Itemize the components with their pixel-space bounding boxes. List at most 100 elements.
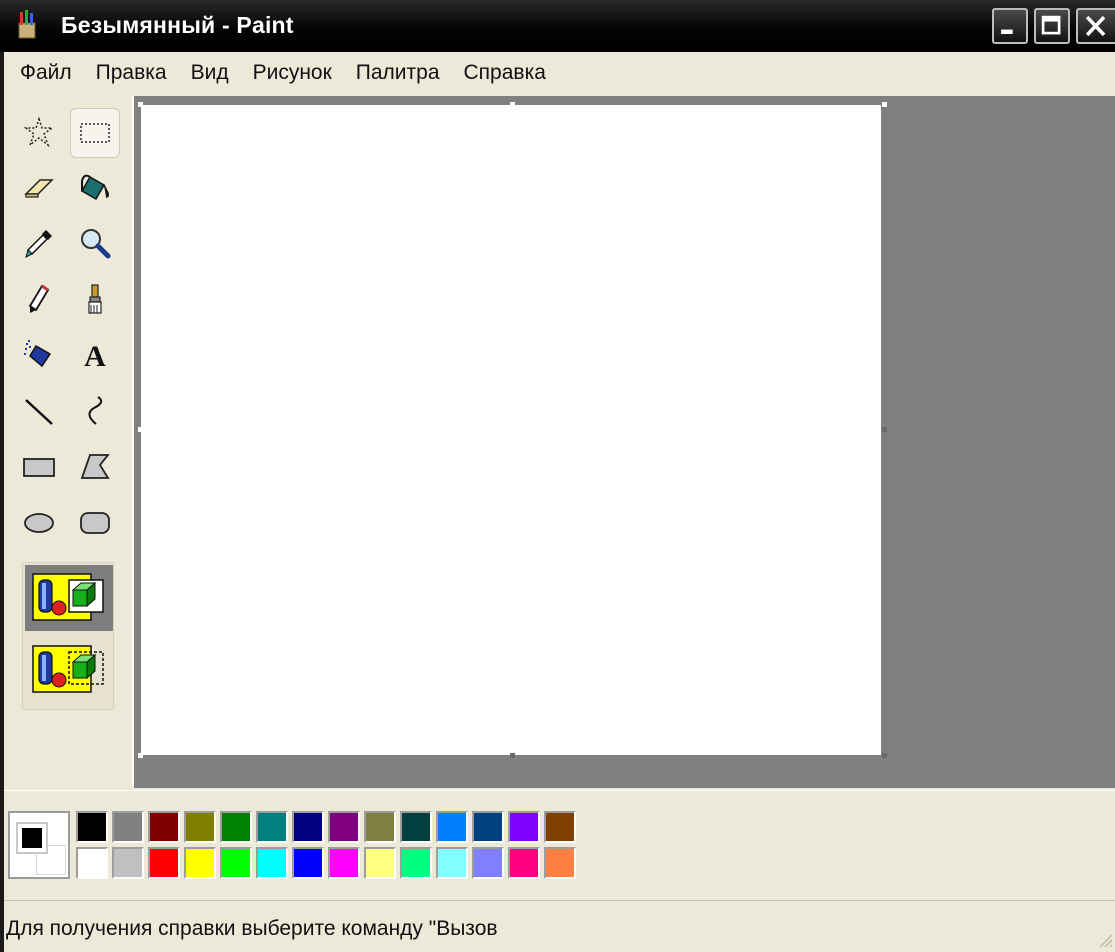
opaque-background-option-icon bbox=[32, 573, 104, 621]
menu-file[interactable]: Файл bbox=[16, 56, 84, 90]
ellipse-tool[interactable] bbox=[14, 498, 64, 548]
menu-edit[interactable]: Правка bbox=[84, 56, 179, 90]
maximize-icon bbox=[1041, 15, 1061, 35]
foreground-color-fill bbox=[22, 828, 42, 848]
resize-handle-top bbox=[510, 102, 515, 107]
palette-color-swatch[interactable] bbox=[328, 847, 360, 879]
status-bar: Для получения справки выберите команду "… bbox=[4, 900, 1115, 952]
transparent-background-option-icon bbox=[32, 645, 104, 693]
resize-handle-right[interactable] bbox=[882, 427, 887, 432]
menu-colors[interactable]: Палитра bbox=[344, 56, 452, 90]
menu-view[interactable]: Вид bbox=[179, 56, 241, 90]
current-colors-box bbox=[8, 811, 70, 879]
magnifier-icon bbox=[81, 229, 111, 259]
rounded-rectangle-icon bbox=[80, 512, 110, 534]
paint-app-icon[interactable] bbox=[14, 9, 40, 41]
maximize-button[interactable] bbox=[1034, 8, 1070, 44]
text-tool[interactable]: A bbox=[70, 330, 120, 380]
resize-grip-icon[interactable] bbox=[1095, 930, 1113, 948]
status-text: Для получения справки выберите команду "… bbox=[6, 917, 498, 940]
curve-icon bbox=[88, 396, 103, 425]
line-tool[interactable] bbox=[14, 386, 64, 436]
palette-color-swatch[interactable] bbox=[400, 811, 432, 843]
close-icon bbox=[1085, 15, 1106, 37]
resize-handle-bottom-right[interactable] bbox=[882, 753, 887, 758]
polygon-icon bbox=[80, 454, 110, 479]
menu-help[interactable]: Справка bbox=[452, 56, 558, 90]
palette-color-swatch[interactable] bbox=[544, 811, 576, 843]
title-bar[interactable]: Безымянный - Paint bbox=[0, 0, 1115, 52]
toolbox: A bbox=[4, 96, 134, 786]
palette-color-swatch[interactable] bbox=[220, 847, 252, 879]
palette-color-swatch[interactable] bbox=[148, 847, 180, 879]
palette-color-swatch[interactable] bbox=[220, 811, 252, 843]
palette-color-swatch[interactable] bbox=[364, 811, 396, 843]
palette-color-swatch[interactable] bbox=[400, 847, 432, 879]
fill-bucket-icon bbox=[80, 174, 109, 201]
paint-window: Файл Правка Вид Рисунок Палитра Справка bbox=[4, 52, 1115, 952]
rectangle-tool[interactable] bbox=[14, 442, 64, 492]
close-button[interactable] bbox=[1076, 8, 1115, 44]
color-picker-tool[interactable] bbox=[14, 218, 64, 268]
minimize-icon bbox=[1001, 29, 1013, 34]
palette-grid bbox=[76, 811, 576, 879]
magnifier-tool[interactable] bbox=[70, 218, 120, 268]
curve-tool[interactable] bbox=[70, 386, 120, 436]
minimize-button[interactable] bbox=[992, 8, 1028, 44]
palette-color-swatch[interactable] bbox=[292, 811, 324, 843]
palette-color-swatch[interactable] bbox=[508, 811, 540, 843]
palette-color-swatch[interactable] bbox=[256, 847, 288, 879]
brush-icon bbox=[88, 284, 102, 314]
transparent-background-option[interactable] bbox=[25, 637, 113, 703]
text-tool-glyph: A bbox=[84, 340, 106, 372]
palette-color-swatch[interactable] bbox=[76, 811, 108, 843]
palette-color-swatch[interactable] bbox=[364, 847, 396, 879]
resize-handle-bottom-left bbox=[138, 753, 143, 758]
palette-color-swatch[interactable] bbox=[76, 847, 108, 879]
palette-color-swatch[interactable] bbox=[256, 811, 288, 843]
airbrush-tool[interactable] bbox=[14, 330, 64, 380]
rect-select-tool[interactable] bbox=[70, 108, 120, 158]
foreground-color-swatch bbox=[16, 822, 48, 854]
resize-handle-left bbox=[138, 427, 143, 432]
rect-select-icon bbox=[80, 123, 110, 143]
window-title: Безымянный - Paint bbox=[61, 12, 294, 38]
palette-color-swatch[interactable] bbox=[184, 811, 216, 843]
fill-tool[interactable] bbox=[70, 162, 120, 212]
palette-color-swatch[interactable] bbox=[328, 811, 360, 843]
free-select-icon bbox=[23, 116, 55, 148]
text-icon: A bbox=[84, 340, 106, 372]
eraser-icon bbox=[24, 179, 54, 198]
palette-color-swatch[interactable] bbox=[148, 811, 180, 843]
rectangle-icon bbox=[23, 458, 55, 477]
palette-color-swatch[interactable] bbox=[292, 847, 324, 879]
menu-image[interactable]: Рисунок bbox=[241, 56, 344, 90]
palette-color-swatch[interactable] bbox=[184, 847, 216, 879]
line-icon bbox=[25, 399, 53, 425]
drawing-canvas[interactable] bbox=[141, 105, 881, 755]
opaque-background-option[interactable] bbox=[25, 565, 113, 631]
resize-handle-top-left bbox=[138, 102, 143, 107]
free-select-tool[interactable] bbox=[14, 108, 64, 158]
palette-color-swatch[interactable] bbox=[436, 847, 468, 879]
palette-color-swatch[interactable] bbox=[112, 811, 144, 843]
canvas-scroll-area[interactable] bbox=[134, 96, 1115, 788]
resize-handle-bottom[interactable] bbox=[510, 753, 515, 758]
resize-handle-top-right bbox=[882, 102, 887, 107]
ellipse-icon bbox=[24, 513, 54, 533]
palette-color-swatch[interactable] bbox=[472, 811, 504, 843]
rounded-rectangle-tool[interactable] bbox=[70, 498, 120, 548]
palette-color-swatch[interactable] bbox=[436, 811, 468, 843]
pencil-tool[interactable] bbox=[14, 274, 64, 324]
pencil-icon bbox=[28, 284, 50, 313]
polygon-tool[interactable] bbox=[70, 442, 120, 492]
palette-color-swatch[interactable] bbox=[544, 847, 576, 879]
menu-bar: Файл Правка Вид Рисунок Палитра Справка bbox=[4, 52, 1115, 94]
brush-tool[interactable] bbox=[70, 274, 120, 324]
color-palette-bar bbox=[4, 790, 1115, 900]
eraser-tool[interactable] bbox=[14, 162, 64, 212]
palette-color-swatch[interactable] bbox=[508, 847, 540, 879]
tool-options-box bbox=[22, 562, 114, 710]
palette-color-swatch[interactable] bbox=[112, 847, 144, 879]
palette-color-swatch[interactable] bbox=[472, 847, 504, 879]
